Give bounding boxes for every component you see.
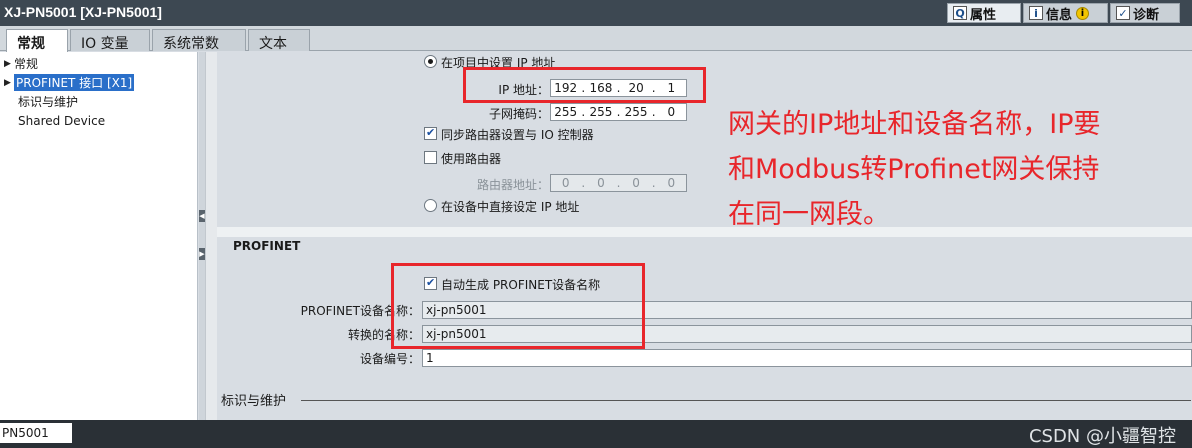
tree-item-shared-device[interactable]: Shared Device: [18, 112, 105, 129]
annotation-text: 网关的IP地址和设备名称，IP要 和Modbus转Profinet网关保持 在同…: [728, 102, 1148, 237]
profinet-section-title: PROFINET: [233, 239, 301, 253]
status-bar: PN5001 CSDN @小疆智控: [0, 420, 1192, 448]
navigation-tree: ▶ 常规 ▶ PROFINET 接口 [X1] 标识与维护 Shared Dev…: [0, 52, 198, 420]
tree-item-identification[interactable]: 标识与维护: [18, 93, 78, 110]
tree-item-label: Shared Device: [18, 113, 106, 128]
tree-item-general[interactable]: ▶ 常规: [4, 55, 38, 72]
tree-item-profinet-interface[interactable]: ▶ PROFINET 接口 [X1]: [4, 73, 136, 92]
router-address-field[interactable]: 0. 0. 0. 0: [550, 174, 687, 192]
sync-router-checkbox[interactable]: [424, 126, 437, 140]
tab-system-constants[interactable]: 系统常数: [152, 29, 246, 52]
subnet-octet-2: 255: [589, 105, 613, 119]
profinet-group: PROFINET 自动生成 PROFINET设备名称 PROFINET设备名称：…: [217, 237, 1192, 387]
tab-info-label: 信息: [1046, 7, 1073, 23]
device-number-label: 设备编号：: [359, 352, 420, 366]
tab-info[interactable]: i 信息 i: [1023, 3, 1108, 23]
device-number-field[interactable]: 1: [422, 349, 1192, 367]
status-device-tab[interactable]: PN5001: [0, 423, 72, 443]
subnet-mask-label: 子网掩码：: [488, 107, 549, 121]
tree-item-label: 标识与维护: [18, 95, 79, 109]
diagnostics-icon: ✓: [1116, 6, 1130, 20]
router-octet-3: 0: [632, 176, 640, 190]
router-octet-2: 0: [597, 176, 605, 190]
info-icon: i: [1029, 6, 1043, 20]
tab-diagnostics-label: 诊断: [1133, 7, 1160, 23]
tree-item-label: PROFINET 接口 [X1]: [12, 73, 136, 92]
set-ip-in-project-radio[interactable]: [424, 55, 437, 68]
set-ip-on-device-label: 在设备中直接设定 IP 地址: [441, 200, 580, 214]
device-name-highlight-box: [391, 263, 645, 349]
tab-properties-label: 属性: [970, 7, 997, 23]
tab-general[interactable]: 常规: [6, 29, 68, 52]
expand-arrow-icon[interactable]: ▶: [4, 59, 14, 69]
watermark: CSDN @小疆智控: [1028, 426, 1176, 447]
router-octet-4: 0: [667, 176, 676, 190]
use-router-label: 使用路由器: [441, 152, 502, 166]
subnet-octet-3: 255: [624, 105, 648, 119]
info-warning-icon: i: [1076, 6, 1090, 20]
annotation-line: 在同一网段。: [728, 199, 890, 230]
annotation-line: 网关的IP地址和设备名称，IP要: [728, 109, 1101, 140]
maintenance-section-title: 标识与维护: [221, 394, 287, 409]
category-tab-bar: 常规 IO 变量 系统常数 文本: [0, 26, 1192, 52]
tab-io-variables[interactable]: IO 变量: [70, 29, 150, 52]
set-ip-on-device-radio[interactable]: [424, 199, 437, 212]
window-title: XJ-PN5001 [XJ-PN5001]: [4, 4, 162, 20]
tab-diagnostics[interactable]: ✓ 诊断: [1110, 3, 1180, 23]
use-router-checkbox[interactable]: [424, 151, 437, 164]
router-address-label: 路由器地址：: [476, 178, 549, 192]
tab-text[interactable]: 文本: [248, 29, 310, 52]
router-octet-1: 0: [561, 176, 570, 190]
subnet-octet-4: 0: [667, 105, 676, 119]
tree-scrollbar[interactable]: [205, 52, 217, 420]
properties-icon: Q: [953, 6, 967, 20]
ip-highlight-box: [463, 67, 706, 103]
subnet-octet-1: 255: [554, 105, 578, 119]
tree-item-label: 常规: [14, 57, 39, 71]
inspector-title-bar: XJ-PN5001 [XJ-PN5001] Q 属性 i 信息 i ✓ 诊断: [0, 0, 1192, 26]
section-rule: [301, 400, 1191, 401]
annotation-line: 和Modbus转Profinet网关保持: [728, 154, 1100, 185]
sync-router-label: 同步路由器设置与 IO 控制器: [441, 128, 594, 142]
subnet-mask-field[interactable]: 255. 255. 255. 0: [550, 103, 687, 121]
tab-properties[interactable]: Q 属性: [947, 3, 1021, 23]
expand-arrow-icon[interactable]: ▶: [4, 78, 14, 88]
